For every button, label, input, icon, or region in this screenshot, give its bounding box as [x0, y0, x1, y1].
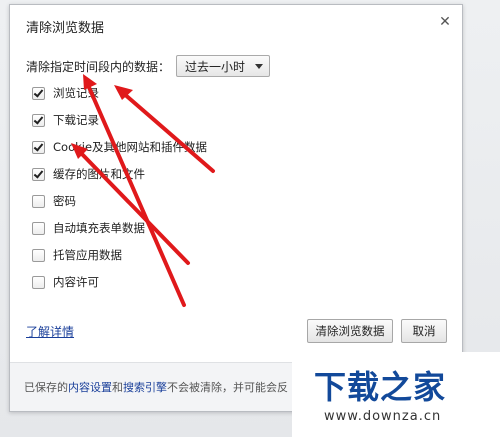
option-label: 密码 [53, 194, 76, 208]
time-range-row: 清除指定时间段内的数据： 过去一小时 [26, 55, 271, 77]
checkbox-content-licenses[interactable] [32, 275, 45, 289]
checkbox-passwords[interactable] [32, 194, 45, 208]
cancel-button[interactable]: 取消 [401, 319, 447, 343]
footer-text-post: 不会被清除，并可能会反 [167, 381, 288, 394]
option-download-history[interactable]: 下载记录 [32, 112, 99, 128]
time-range-value: 过去一小时 [185, 59, 246, 74]
clear-browsing-data-button[interactable]: 清除浏览数据 [307, 319, 393, 343]
option-label: 下载记录 [53, 113, 99, 127]
option-label: 缓存的图片和文件 [53, 167, 145, 181]
option-label: 自动填充表单数据 [53, 221, 145, 235]
option-label: 浏览记录 [53, 86, 99, 100]
clear-browsing-data-dialog: 清除浏览数据 ✕ 清除指定时间段内的数据： 过去一小时 浏览记录 下载记录 Co… [9, 4, 463, 412]
option-label: 托管应用数据 [53, 248, 122, 262]
watermark-url: www.downza.cn [324, 409, 442, 424]
checkbox-cached-images[interactable] [32, 167, 45, 181]
checkbox-hosted-app-data[interactable] [32, 248, 45, 262]
footer-note: 已保存的内容设置和搜索引擎不会被清除，并可能会反 [24, 379, 288, 395]
option-browsing-history[interactable]: 浏览记录 [32, 85, 99, 101]
time-range-select[interactable]: 过去一小时 [176, 55, 271, 77]
content-settings-link[interactable]: 内容设置 [68, 381, 112, 394]
option-content-licenses[interactable]: 内容许可 [32, 274, 99, 290]
option-passwords[interactable]: 密码 [32, 193, 76, 209]
watermark-logo: 下载之家 www.downza.cn [292, 352, 500, 437]
checkbox-cookies[interactable] [32, 140, 45, 154]
checkbox-download-history[interactable] [32, 113, 45, 127]
footer-text-pre: 已保存的 [24, 381, 68, 394]
close-icon[interactable]: ✕ [438, 15, 452, 29]
option-hosted-app-data[interactable]: 托管应用数据 [32, 247, 122, 263]
footer-text-mid: 和 [112, 381, 123, 394]
chevron-down-icon [255, 63, 264, 69]
option-label: 内容许可 [53, 275, 99, 289]
search-engines-link[interactable]: 搜索引擎 [123, 381, 167, 394]
watermark-title: 下载之家 [314, 368, 447, 406]
dialog-title: 清除浏览数据 [26, 21, 105, 36]
option-label: Cookie及其他网站和插件数据 [53, 140, 208, 154]
learn-more-link[interactable]: 了解详情 [26, 323, 74, 340]
checkbox-autofill[interactable] [32, 221, 45, 235]
time-range-label: 清除指定时间段内的数据： [26, 59, 171, 74]
option-autofill[interactable]: 自动填充表单数据 [32, 220, 145, 236]
option-cached-images[interactable]: 缓存的图片和文件 [32, 166, 145, 182]
checkbox-browsing-history[interactable] [32, 86, 45, 100]
option-cookies[interactable]: Cookie及其他网站和插件数据 [32, 139, 207, 155]
